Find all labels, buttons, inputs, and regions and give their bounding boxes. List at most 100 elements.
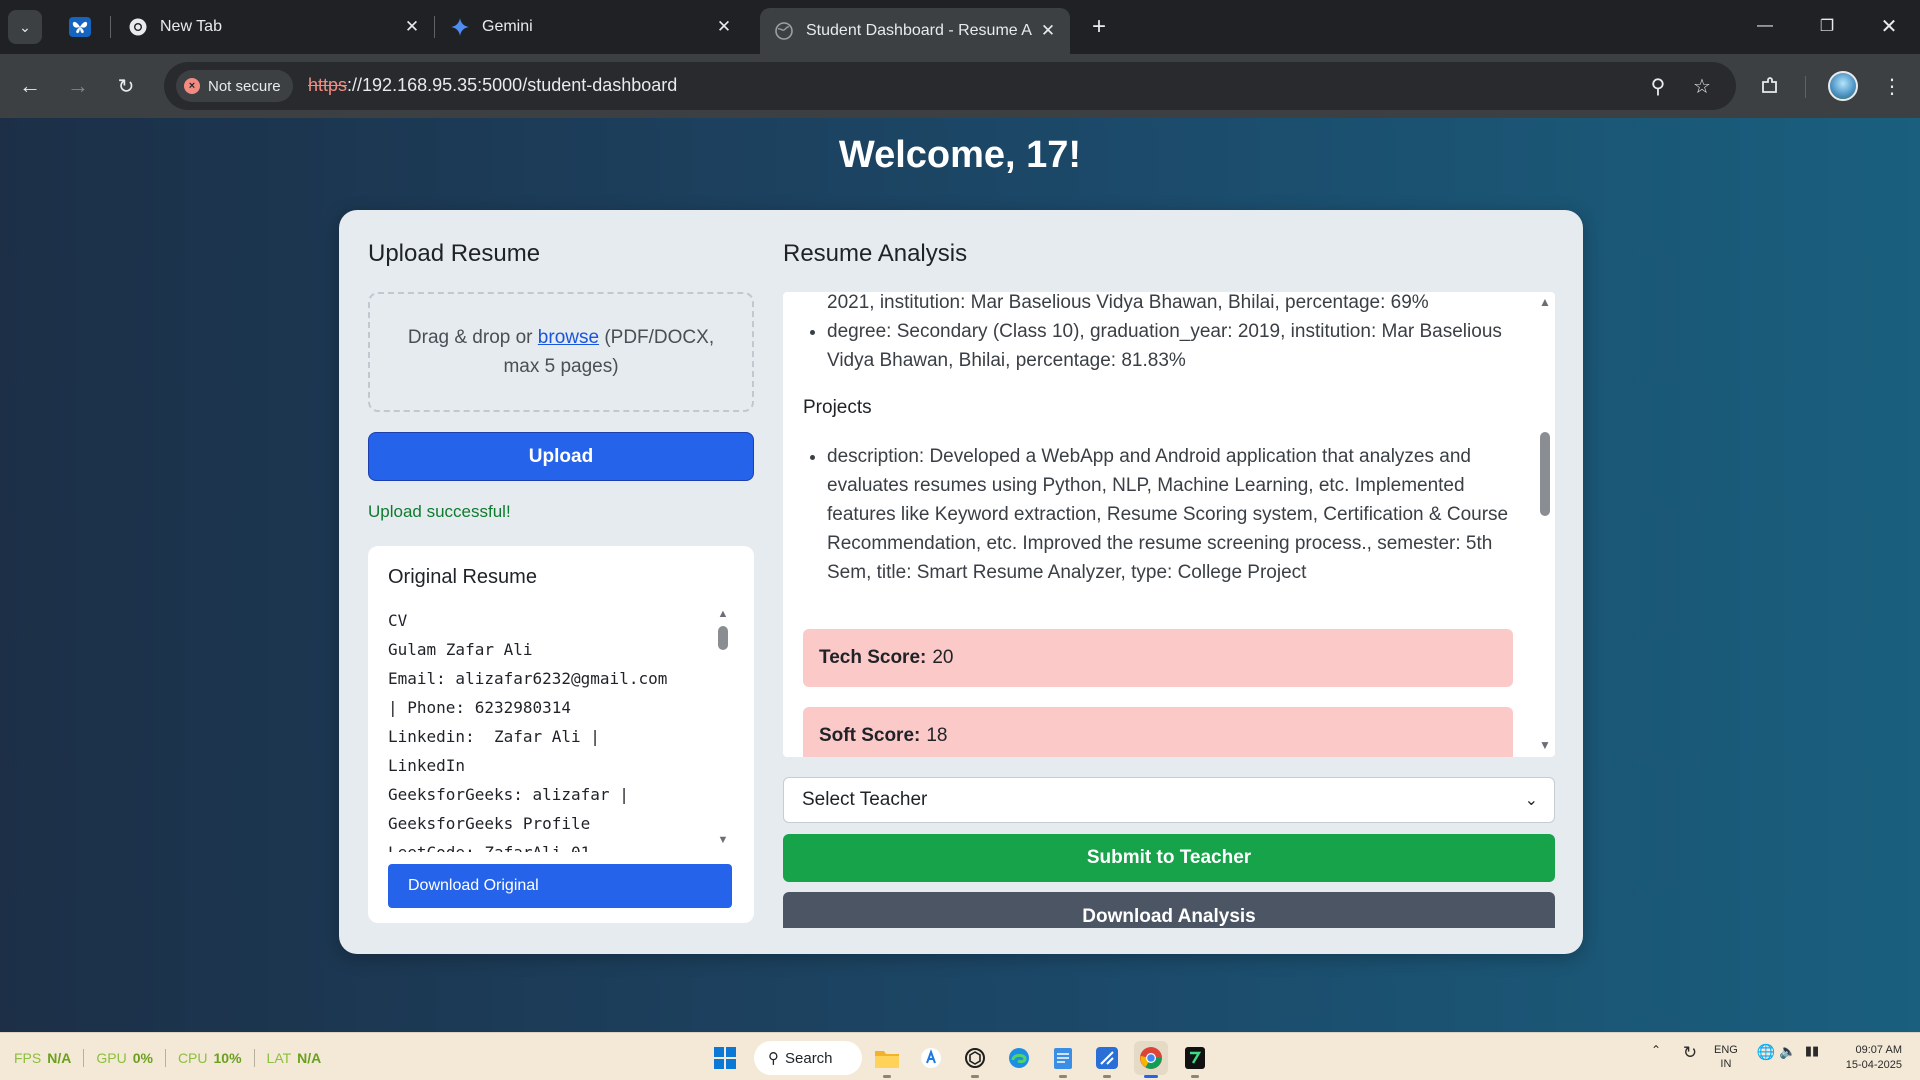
back-button[interactable]: ←: [12, 68, 48, 104]
pinned-tab[interactable]: [62, 12, 98, 42]
resume-line: LeetCode: ZafarAli_01: [388, 838, 718, 852]
restore-icon: ❐: [1819, 18, 1835, 35]
tab-new-tab[interactable]: New Tab ✕: [114, 8, 434, 46]
windows-taskbar: FPS N/A GPU 0% CPU 10% LAT N/A ⚲ Search: [0, 1032, 1920, 1080]
butterfly-app-icon: [69, 17, 91, 37]
minimize-button[interactable]: —: [1742, 8, 1788, 44]
tab-gemini[interactable]: Gemini ✕: [436, 8, 746, 46]
tab-title: Student Dashboard - Resume A: [806, 22, 1032, 39]
tab-student-dashboard[interactable]: Student Dashboard - Resume A ✕: [760, 8, 1070, 54]
sync-icon[interactable]: ↻: [1678, 1043, 1702, 1063]
download-analysis-button[interactable]: Download Analysis: [783, 892, 1555, 928]
tech-score-card: Tech Score: 20: [803, 629, 1513, 687]
close-window-button[interactable]: ✕: [1866, 8, 1912, 44]
scroll-down-icon[interactable]: ▼: [1535, 737, 1555, 753]
soft-score-label: Soft Score:: [819, 725, 921, 746]
perf-separator: [83, 1049, 85, 1067]
url-text[interactable]: https://192.168.95.35:5000/student-dashb…: [308, 75, 677, 96]
select-teacher-dropdown[interactable]: Select Teacher ⌄: [783, 777, 1555, 823]
notepad-app[interactable]: [1046, 1041, 1080, 1078]
address-bar[interactable]: × Not secure https://192.168.95.35:5000/…: [164, 62, 1736, 110]
dashboard-card: Upload Resume Drag & drop or browse (PDF…: [339, 210, 1583, 954]
profile-avatar[interactable]: [1828, 71, 1858, 101]
system-clock[interactable]: 09:07 AM 15-04-2025: [1836, 1043, 1902, 1073]
taskbar-search-label: Search: [785, 1049, 833, 1067]
scroll-down-icon[interactable]: ▼: [716, 834, 730, 846]
security-label: Not secure: [208, 77, 281, 95]
language-indicator[interactable]: ENG IN: [1714, 1043, 1738, 1071]
education-item: degree: Secondary (Class 10), graduation…: [827, 317, 1513, 375]
url-scheme: https: [308, 75, 348, 95]
perf-value: 10%: [213, 1050, 242, 1066]
url-path: ://192.168.95.35:5000/student-dashboard: [347, 75, 678, 95]
clock-date: 15-04-2025: [1845, 1059, 1902, 1071]
perf-separator: [253, 1049, 255, 1067]
close-icon[interactable]: ✕: [1034, 17, 1062, 45]
browse-link[interactable]: browse: [538, 327, 599, 348]
new-tab-button[interactable]: +: [1084, 12, 1114, 42]
extensions-icon[interactable]: [1754, 70, 1786, 102]
tab-title: Gemini: [482, 18, 533, 35]
notepad-icon: [1054, 1048, 1072, 1069]
running-indicator: [1103, 1075, 1111, 1078]
close-icon[interactable]: ✕: [710, 13, 738, 41]
gemini-sparkle-icon: [450, 17, 470, 37]
app-store-app[interactable]: [914, 1041, 948, 1075]
search-icon: ⚲: [768, 1050, 779, 1067]
education-item-partial: 2021, institution: Mar Baselious Vidya B…: [827, 292, 1429, 313]
soft-score-card: Soft Score: 18: [803, 707, 1513, 757]
upload-button[interactable]: Upload: [368, 432, 754, 481]
taskbar-search[interactable]: ⚲ Search: [754, 1041, 862, 1075]
running-indicator: [883, 1075, 891, 1078]
terminal-app[interactable]: [1178, 1041, 1212, 1078]
upload-status-message: Upload successful!: [368, 502, 511, 521]
original-resume-scrollbar[interactable]: ▲ ▼: [716, 608, 730, 848]
reload-button[interactable]: ↻: [108, 68, 144, 104]
resume-line: Gulam Zafar Ali: [388, 640, 533, 659]
network-globe-icon[interactable]: 🌐: [1756, 1043, 1776, 1061]
snipping-tool-app[interactable]: [1090, 1041, 1124, 1078]
resume-line: | Phone: 6232980314: [388, 698, 572, 717]
zoom-icon[interactable]: ⚲: [1644, 72, 1672, 100]
chevron-down-icon: ⌄: [1524, 792, 1538, 809]
tab-separator: [434, 16, 435, 38]
chatgpt-app[interactable]: [958, 1041, 992, 1078]
arrow-left-icon: ←: [19, 73, 41, 98]
more-menu-icon[interactable]: ⋮: [1876, 70, 1908, 102]
restore-button[interactable]: ❐: [1804, 8, 1850, 44]
submit-to-teacher-button[interactable]: Submit to Teacher: [783, 834, 1555, 882]
download-original-button[interactable]: Download Original: [388, 864, 732, 908]
scroll-up-icon[interactable]: ▲: [716, 608, 730, 620]
close-icon[interactable]: ✕: [398, 13, 426, 41]
edge-app[interactable]: [1002, 1041, 1036, 1075]
tech-score-label: Tech Score:: [819, 647, 927, 668]
resume-line: GeeksforGeeks: alizafar |: [388, 785, 629, 804]
file-explorer-app[interactable]: [870, 1041, 904, 1078]
projects-list: description: Developed a WebApp and Andr…: [803, 442, 1513, 587]
battery-icon[interactable]: ▮▮: [1800, 1043, 1824, 1059]
resume-line: Linkedin: Zafar Ali |: [388, 727, 600, 746]
security-chip[interactable]: × Not secure: [176, 70, 293, 102]
scrollbar-thumb[interactable]: [718, 626, 728, 650]
running-indicator: [1144, 1075, 1158, 1078]
analysis-scrollbar[interactable]: ▲ ▼: [1535, 292, 1555, 757]
forward-button[interactable]: →: [60, 68, 96, 104]
perf-label: CPU: [177, 1050, 208, 1066]
warning-icon: ×: [184, 78, 200, 94]
perf-label: GPU: [96, 1050, 127, 1066]
scroll-up-icon[interactable]: ▲: [1535, 294, 1555, 310]
select-teacher-value: Select Teacher: [802, 789, 928, 810]
tab-title: New Tab: [160, 18, 222, 35]
show-hidden-icons-button[interactable]: ⌃: [1646, 1043, 1666, 1057]
toolbar-divider: [1805, 76, 1806, 98]
tab-search-menu-button[interactable]: ⌄: [8, 10, 42, 44]
resume-analysis-panel[interactable]: 2021, institution: Mar Baselious Vidya B…: [783, 292, 1555, 757]
chrome-app[interactable]: [1134, 1041, 1168, 1078]
scrollbar-thumb[interactable]: [1540, 432, 1550, 516]
volume-icon[interactable]: 🔈: [1778, 1043, 1798, 1060]
start-button[interactable]: [708, 1041, 742, 1075]
perf-value: 0%: [132, 1050, 153, 1066]
resume-line: LinkedIn: [388, 756, 466, 775]
bookmark-star-icon[interactable]: ☆: [1688, 72, 1716, 100]
resume-dropzone[interactable]: Drag & drop or browse (PDF/DOCX, max 5 p…: [368, 292, 754, 412]
